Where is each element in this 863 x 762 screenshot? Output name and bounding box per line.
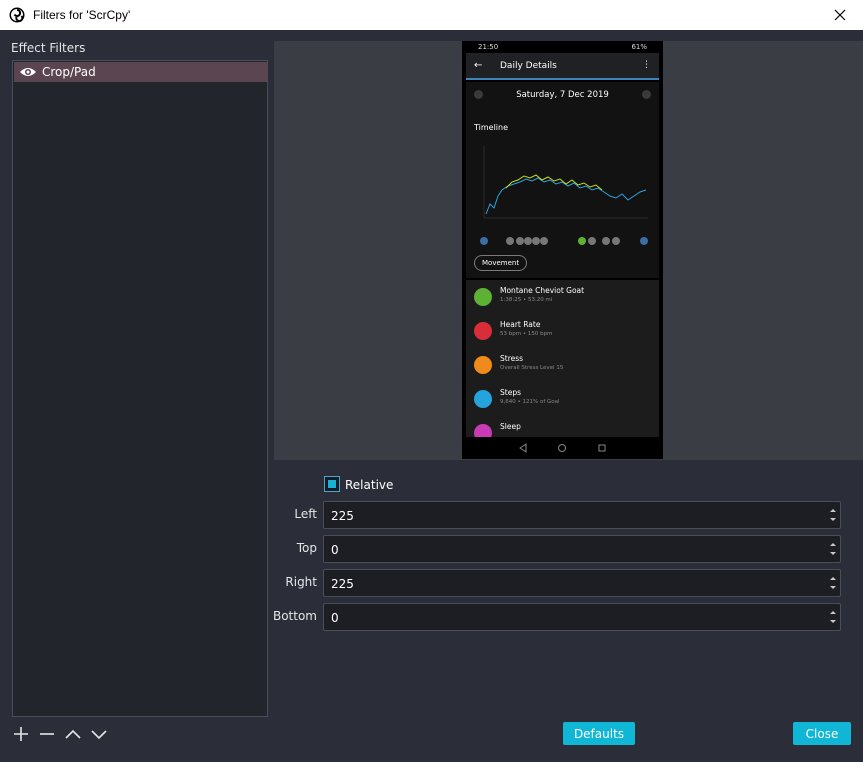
phone-summary-list: Montane Cheviot Goat 1:38:25 • 53.20 mi … xyxy=(466,280,659,437)
nav-back-icon xyxy=(519,443,527,453)
checkbox-checked-mark xyxy=(328,480,336,488)
stress-icon xyxy=(474,356,492,374)
relative-label[interactable]: Relative xyxy=(345,478,393,492)
defaults-button[interactable]: Defaults xyxy=(563,722,635,745)
filter-list-toolbar xyxy=(12,724,108,744)
steps-icon xyxy=(474,390,492,408)
eye-visibility-icon[interactable] xyxy=(19,66,37,78)
right-value[interactable]: 225 xyxy=(331,577,354,591)
top-value[interactable]: 0 xyxy=(331,543,339,557)
list-item: Steps 9,640 • 121% of Goal xyxy=(474,384,654,414)
chevron-up-icon xyxy=(65,729,81,739)
movement-button: Movement xyxy=(474,255,528,271)
list-item: Sleep xyxy=(474,418,654,437)
phone-date: Saturday, 7 Dec 2019 xyxy=(516,90,609,100)
top-spinbox[interactable]: 0 xyxy=(323,535,841,563)
heart-icon xyxy=(474,322,492,340)
status-time: 21:50 xyxy=(478,43,499,51)
obs-logo-icon xyxy=(9,7,25,23)
bottom-strip xyxy=(274,752,863,762)
plus-icon xyxy=(14,727,28,741)
list-item: Stress Overall Stress Level 15 xyxy=(474,350,654,380)
spin-arrows-icon[interactable] xyxy=(828,572,838,594)
close-icon xyxy=(834,9,846,21)
top-label: Top xyxy=(296,541,317,555)
spin-arrows-icon[interactable] xyxy=(828,538,838,560)
bottom-label: Bottom xyxy=(272,609,317,623)
activity-icon xyxy=(474,288,492,306)
heart-rate-timeline-chart xyxy=(483,146,648,219)
chevron-down-icon xyxy=(91,730,107,740)
window-close-button[interactable] xyxy=(817,0,863,30)
window-title: Filters for 'ScrCpy' xyxy=(33,8,131,22)
nav-home-icon xyxy=(558,444,566,452)
move-down-button[interactable] xyxy=(90,724,108,744)
minus-icon xyxy=(40,733,54,735)
next-day-icon xyxy=(642,90,651,99)
more-vert-icon: ⋮ xyxy=(642,60,651,70)
status-battery: 61% xyxy=(631,43,647,51)
timeline-heading: Timeline xyxy=(474,123,509,132)
bottom-spinbox[interactable]: 0 xyxy=(323,603,841,631)
left-value[interactable]: 225 xyxy=(331,509,354,523)
spin-arrows-icon[interactable] xyxy=(828,606,838,628)
left-spinbox[interactable]: 225 xyxy=(323,501,841,529)
list-item: Montane Cheviot Goat 1:38:25 • 53.20 mi xyxy=(474,282,654,312)
list-item: Heart Rate 53 bpm • 150 bpm xyxy=(474,316,654,346)
filter-list[interactable]: Crop/Pad xyxy=(12,60,268,717)
phone-status-bar: 21:50 61% xyxy=(462,41,663,53)
close-button[interactable]: Close xyxy=(793,722,851,745)
phone-date-bar: Saturday, 7 Dec 2019 xyxy=(466,84,659,106)
move-up-button[interactable] xyxy=(64,724,82,744)
remove-filter-button[interactable] xyxy=(38,724,56,744)
title-bar: Filters for 'ScrCpy' xyxy=(0,0,863,30)
phone-app-title: Daily Details xyxy=(500,60,557,71)
android-nav-bar xyxy=(519,443,606,453)
phone-screen-preview: 21:50 61% ← Daily Details ⋮ Saturday, 7 … xyxy=(462,41,663,459)
add-filter-button[interactable] xyxy=(12,724,30,744)
spin-arrows-icon[interactable] xyxy=(828,504,838,526)
prev-day-icon xyxy=(474,90,483,99)
phone-app-bar: ← Daily Details ⋮ xyxy=(466,53,659,80)
right-spinbox[interactable]: 225 xyxy=(323,569,841,597)
filter-item-crop-pad[interactable]: Crop/Pad xyxy=(14,62,267,82)
filter-item-label: Crop/Pad xyxy=(42,65,96,79)
nav-recents-icon xyxy=(598,444,606,452)
bottom-value[interactable]: 0 xyxy=(331,611,339,625)
filter-preview: 21:50 61% ← Daily Details ⋮ Saturday, 7 … xyxy=(274,41,863,460)
sleep-icon xyxy=(474,424,492,437)
timeline-activity-icons xyxy=(480,237,648,245)
left-label: Left xyxy=(294,507,317,521)
effect-filters-heading: Effect Filters xyxy=(11,41,86,55)
right-label: Right xyxy=(285,575,317,589)
back-arrow-icon: ← xyxy=(474,60,483,71)
relative-checkbox[interactable] xyxy=(324,476,340,492)
